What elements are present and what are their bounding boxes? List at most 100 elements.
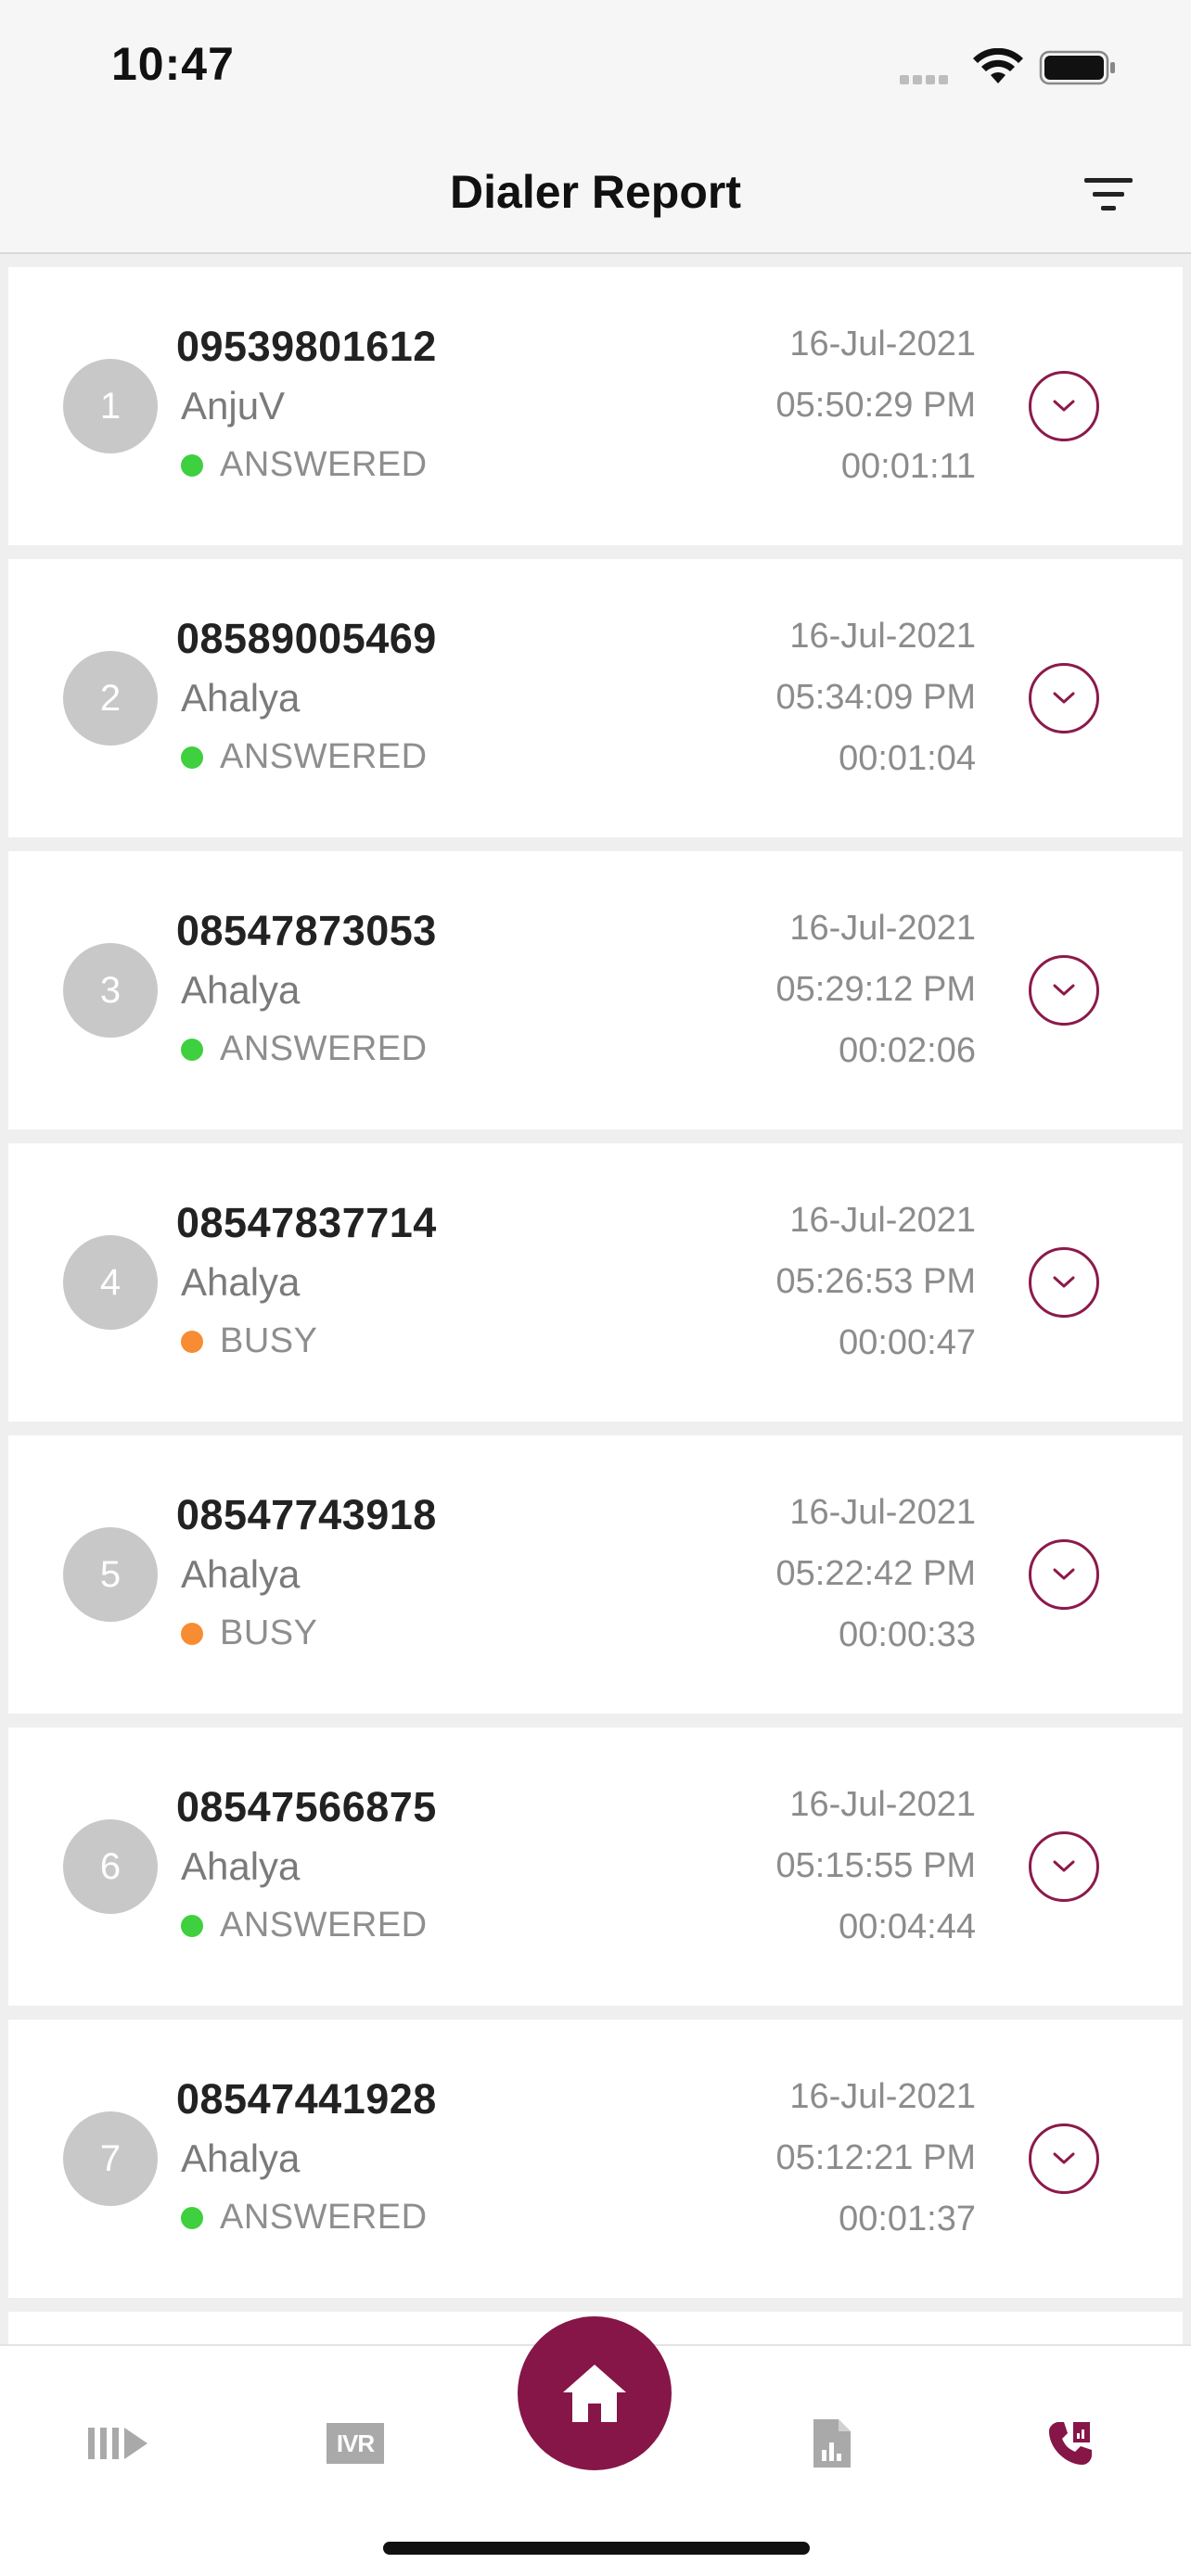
call-list[interactable]: 1 09539801612 AnjuV ANSWERED 16-Jul-2021…	[0, 254, 1191, 2344]
nav-report[interactable]	[781, 2411, 883, 2476]
status-dot-icon	[181, 746, 203, 769]
phone-number: 09539801612	[176, 323, 437, 370]
status-dot-icon	[181, 2206, 203, 2229]
call-card[interactable]: 7 08547441928 Ahalya ANSWERED 16-Jul-202…	[8, 2020, 1183, 2298]
call-time: 05:26:53 PM	[775, 1262, 976, 1301]
row-index-badge: 2	[63, 651, 158, 746]
call-date: 16-Jul-2021	[789, 1785, 976, 1824]
status-dot-icon	[181, 1038, 203, 1061]
filter-button[interactable]	[1076, 167, 1141, 223]
call-card[interactable]: 4 08547837714 Ahalya BUSY 16-Jul-2021 05…	[8, 1143, 1183, 1422]
call-card[interactable]: 2 08589005469 Ahalya ANSWERED 16-Jul-202…	[8, 559, 1183, 837]
call-date: 16-Jul-2021	[789, 909, 976, 948]
call-duration: 00:00:33	[839, 1615, 976, 1654]
agent-name: Ahalya	[181, 676, 301, 720]
call-date: 16-Jul-2021	[789, 325, 976, 363]
status-label: ANSWERED	[220, 445, 428, 484]
row-index-badge: 4	[63, 1235, 158, 1330]
call-card[interactable]: 6 08547566875 Ahalya ANSWERED 16-Jul-202…	[8, 1728, 1183, 2006]
wifi-icon	[973, 48, 1023, 83]
chevron-down-icon	[1053, 1276, 1075, 1288]
home-indicator[interactable]	[383, 2542, 810, 2555]
call-card[interactable]: 3 08547873053 Ahalya ANSWERED 16-Jul-202…	[8, 851, 1183, 1129]
expand-button[interactable]	[1029, 1539, 1099, 1610]
phone-number: 08547566875	[176, 1783, 437, 1830]
status-dot-icon	[181, 453, 203, 477]
status-dot-icon	[181, 1330, 203, 1353]
agent-name: Ahalya	[181, 1552, 301, 1596]
call-status: ANSWERED	[181, 2198, 428, 2238]
row-index-badge: 7	[63, 2111, 158, 2206]
status-label: BUSY	[220, 1321, 318, 1360]
row-index-badge: 3	[63, 943, 158, 1038]
agent-name: Ahalya	[181, 1844, 301, 1888]
agent-name: AnjuV	[181, 384, 286, 427]
ivr-icon: IVR	[327, 2423, 384, 2464]
expand-button[interactable]	[1029, 663, 1099, 733]
page-title: Dialer Report	[450, 166, 741, 218]
battery-icon	[1039, 50, 1115, 85]
call-card[interactable]: 1 09539801612 AnjuV ANSWERED 16-Jul-2021…	[8, 267, 1183, 545]
expand-button[interactable]	[1029, 371, 1099, 441]
app-header: Dialer Report	[0, 139, 1191, 254]
report-icon	[813, 2419, 851, 2468]
call-time: 05:29:12 PM	[775, 970, 976, 1009]
dialer-report-icon	[1049, 2422, 1092, 2465]
call-date: 16-Jul-2021	[789, 1493, 976, 1532]
expand-button[interactable]	[1029, 955, 1099, 1026]
expand-button[interactable]	[1029, 1247, 1099, 1318]
call-status: ANSWERED	[181, 1906, 428, 1945]
expand-button[interactable]	[1029, 1831, 1099, 1902]
call-duration: 00:02:06	[839, 1031, 976, 1070]
nav-dialer-report[interactable]	[1019, 2411, 1121, 2476]
call-status: BUSY	[181, 1321, 317, 1361]
call-status: ANSWERED	[181, 445, 428, 485]
agent-name: Ahalya	[181, 968, 301, 1012]
chevron-down-icon	[1053, 1568, 1075, 1580]
chevron-down-icon	[1053, 2152, 1075, 2164]
status-label: ANSWERED	[220, 1906, 428, 1945]
home-button[interactable]	[518, 2316, 672, 2470]
status-label: ANSWERED	[220, 1029, 428, 1068]
status-label: ANSWERED	[220, 737, 428, 776]
expand-button[interactable]	[1029, 2123, 1099, 2194]
call-date: 16-Jul-2021	[789, 1201, 976, 1240]
phone-number: 08547743918	[176, 1491, 437, 1538]
call-duration: 00:01:37	[839, 2200, 976, 2238]
phone-number: 08547873053	[176, 907, 437, 954]
call-time: 05:34:09 PM	[775, 678, 976, 717]
campaign-icon	[88, 2428, 147, 2459]
call-status: ANSWERED	[181, 737, 428, 777]
chevron-down-icon	[1053, 984, 1075, 996]
cellular-signal-icon	[900, 72, 955, 84]
nav-ivr[interactable]: IVR	[304, 2411, 406, 2476]
agent-name: Ahalya	[181, 1260, 301, 1304]
call-duration: 00:04:44	[839, 1907, 976, 1946]
call-date: 16-Jul-2021	[789, 2077, 976, 2116]
status-time: 10:47	[111, 38, 235, 90]
home-icon	[563, 2365, 626, 2422]
call-status: BUSY	[181, 1613, 317, 1653]
filter-icon	[1084, 178, 1133, 210]
status-label: ANSWERED	[220, 2198, 428, 2237]
call-time: 05:15:55 PM	[775, 1846, 976, 1885]
call-time: 05:22:42 PM	[775, 1554, 976, 1593]
phone-number: 08547441928	[176, 2075, 437, 2123]
call-duration: 00:00:47	[839, 1323, 976, 1362]
row-index-badge: 6	[63, 1819, 158, 1914]
row-index-badge: 5	[63, 1527, 158, 1622]
nav-campaign[interactable]	[68, 2411, 170, 2476]
call-duration: 00:01:04	[839, 739, 976, 778]
status-bar: 10:47	[0, 0, 1191, 139]
call-time: 05:50:29 PM	[775, 386, 976, 425]
call-duration: 00:01:11	[840, 447, 976, 486]
call-date: 16-Jul-2021	[789, 617, 976, 656]
call-status: ANSWERED	[181, 1029, 428, 1069]
phone-number: 08589005469	[176, 615, 437, 662]
chevron-down-icon	[1053, 692, 1075, 704]
chevron-down-icon	[1053, 1860, 1075, 1872]
status-dot-icon	[181, 1622, 203, 1645]
app-screen: 10:47 Dialer Report 1 09539801612 AnjuV …	[0, 0, 1191, 2576]
status-dot-icon	[181, 1914, 203, 1937]
call-card[interactable]: 5 08547743918 Ahalya BUSY 16-Jul-2021 05…	[8, 1435, 1183, 1714]
